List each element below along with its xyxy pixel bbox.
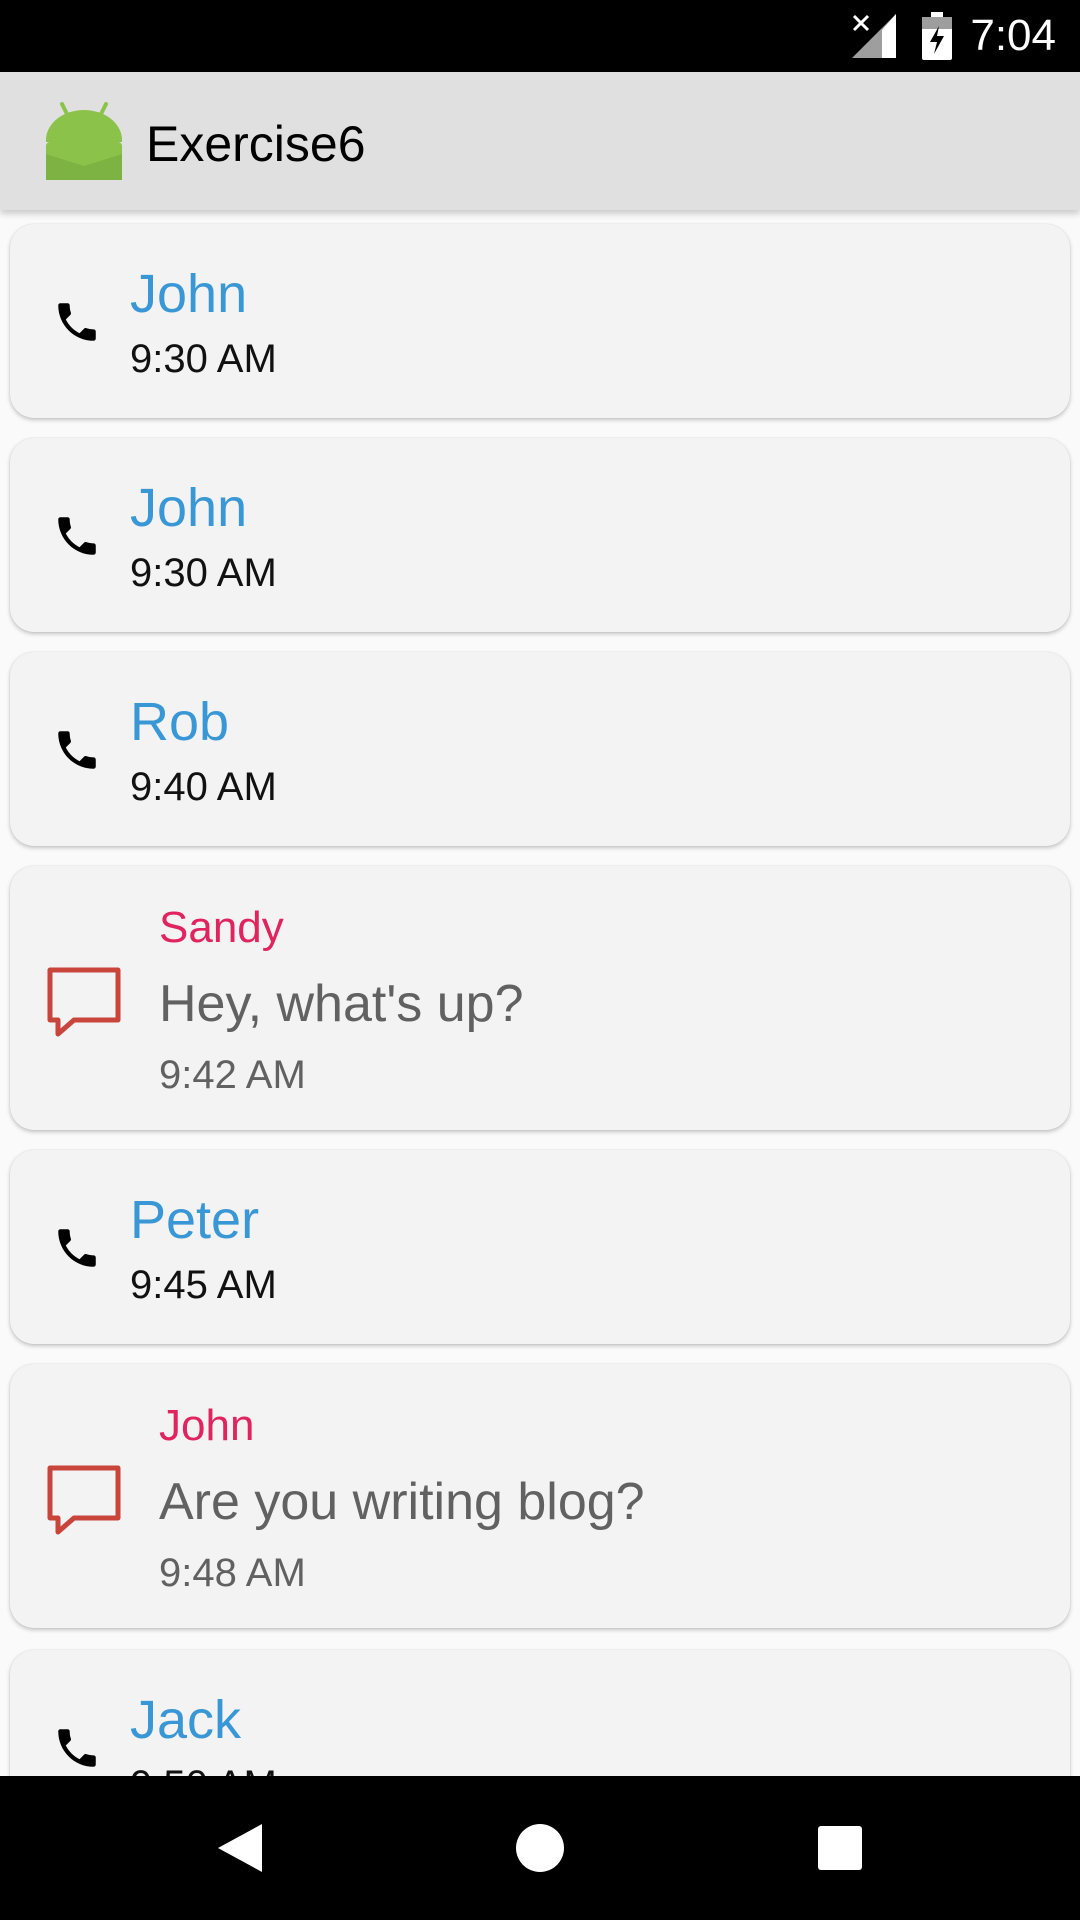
call-time: 9:30 AM	[130, 337, 277, 381]
caller-name: John	[130, 264, 248, 324]
caller-name: Jack	[130, 1690, 242, 1750]
back-triangle-icon[interactable]	[214, 1822, 266, 1874]
phone-icon	[58, 1229, 96, 1267]
phone-icon	[58, 303, 96, 341]
message-item-card[interactable]: John Are you writing blog? 9:48 AM	[10, 1364, 1070, 1628]
app-title: Exercise6	[146, 116, 366, 172]
android-logo-icon	[46, 102, 122, 180]
call-item-card[interactable]: John 9:30 AM	[10, 224, 1070, 418]
status-bar: 7:04	[0, 0, 1080, 72]
activity-list[interactable]: John 9:30 AM John 9:30 AM Rob 9:40 AM Sa…	[0, 210, 1080, 1776]
status-time: 7:04	[970, 11, 1056, 60]
call-time: 9:30 AM	[130, 551, 277, 595]
call-item-card[interactable]: John 9:30 AM	[10, 438, 1070, 632]
chat-bubble-icon	[47, 1465, 121, 1535]
message-text: Are you writing blog?	[159, 1473, 645, 1531]
navigation-bar	[0, 1776, 1080, 1920]
message-time: 9:48 AM	[159, 1551, 306, 1595]
phone-icon	[58, 517, 96, 555]
call-item-card[interactable]: Peter 9:45 AM	[10, 1150, 1070, 1344]
battery-charging-icon	[922, 12, 952, 60]
caller-name: Rob	[130, 692, 230, 752]
message-item-card[interactable]: Sandy Hey, what's up? 9:42 AM	[10, 866, 1070, 1130]
phone-icon	[58, 1729, 96, 1767]
call-time: 9:45 AM	[130, 1263, 277, 1307]
message-text: Hey, what's up?	[159, 975, 524, 1033]
message-time: 9:42 AM	[159, 1053, 306, 1097]
caller-name: Peter	[130, 1190, 260, 1250]
phone-icon	[58, 731, 96, 769]
app-bar: Exercise6	[0, 72, 1080, 210]
caller-name: John	[130, 478, 248, 538]
sender-name: John	[159, 1401, 255, 1450]
recents-square-icon[interactable]	[814, 1822, 866, 1874]
signal-off-icon	[852, 14, 896, 58]
home-circle-icon[interactable]	[514, 1822, 566, 1874]
call-item-card[interactable]: Jack 9:50 AM	[10, 1650, 1070, 1776]
chat-bubble-icon	[47, 967, 121, 1037]
call-time: 9:40 AM	[130, 765, 277, 809]
sender-name: Sandy	[159, 903, 284, 952]
call-item-card[interactable]: Rob 9:40 AM	[10, 652, 1070, 846]
call-time: 9:50 AM	[130, 1762, 277, 1776]
